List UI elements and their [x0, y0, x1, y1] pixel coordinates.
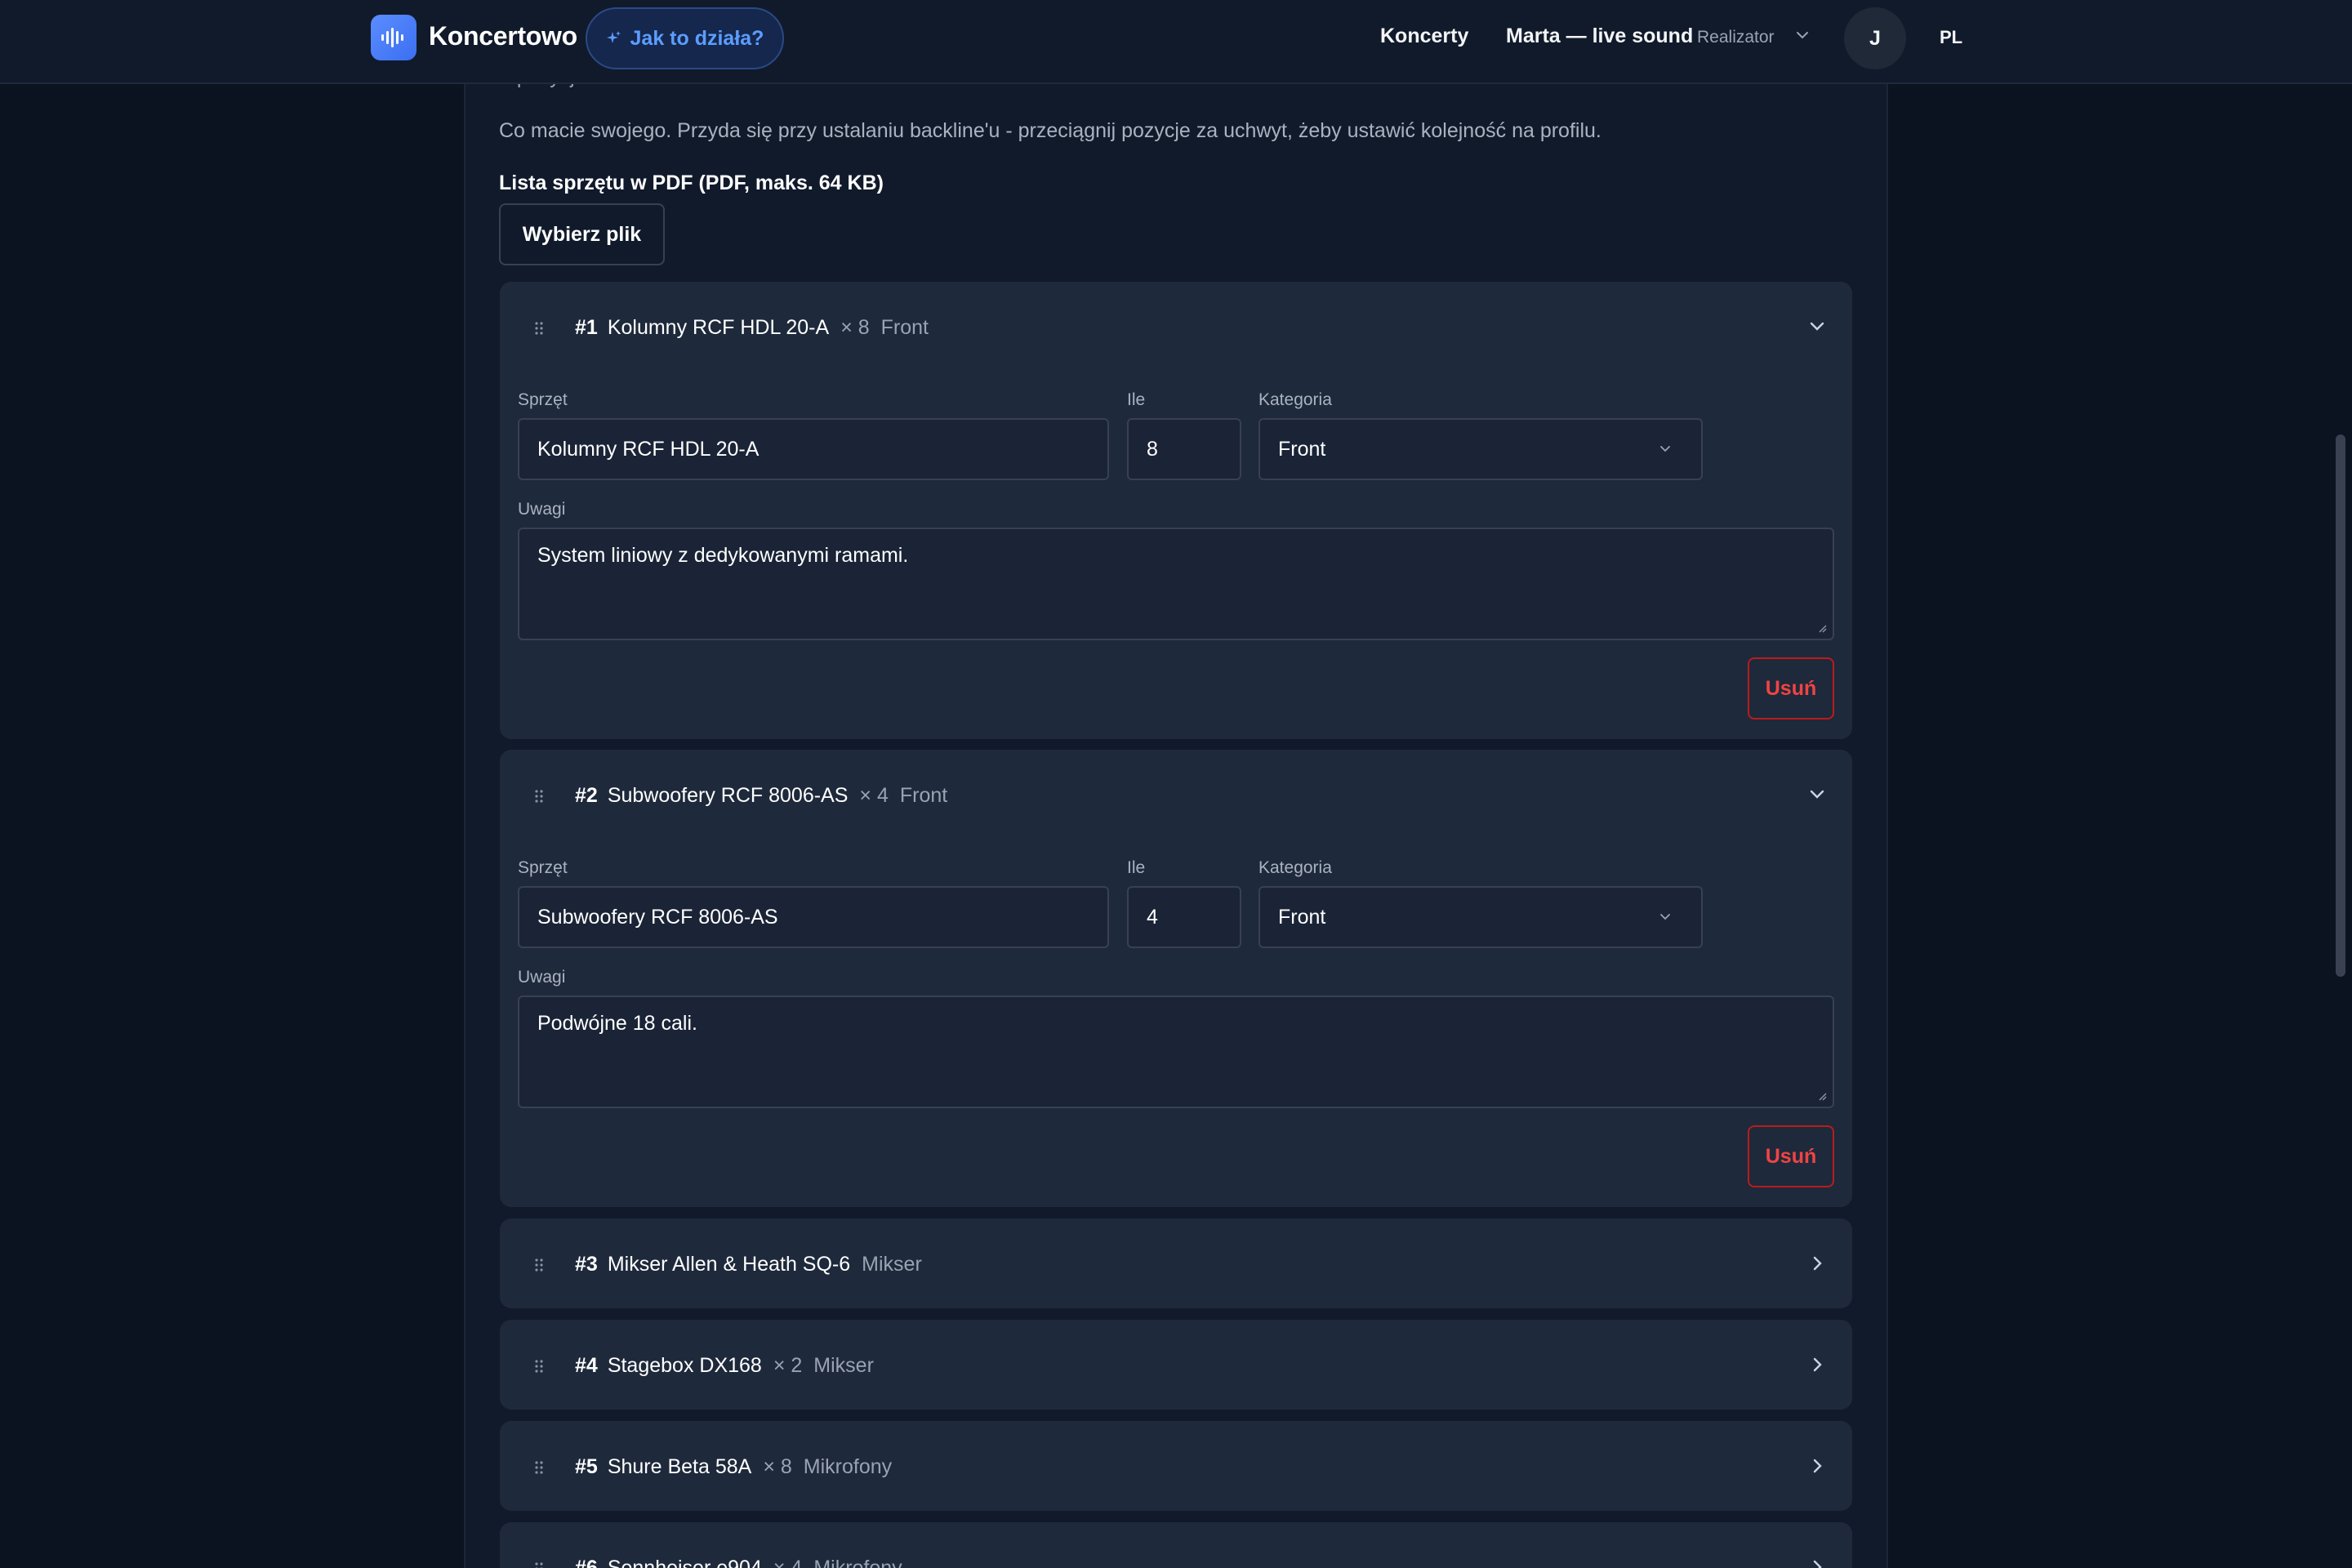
- delete-item-button[interactable]: Usuń: [1748, 657, 1834, 719]
- top-navigation: Koncertowo Jak to działa? Koncerty Marta…: [0, 0, 2352, 84]
- sparkle-icon: [606, 31, 621, 43]
- equipment-item-title: #3 Mikser Allen & Heath SQ-6 Mikser: [575, 1253, 922, 1276]
- item-number: #2: [575, 784, 598, 807]
- equipment-item-title: #5 Shure Beta 58A × 8 Mikrofony: [575, 1455, 892, 1479]
- category-label: Kategoria: [1258, 858, 1332, 877]
- item-number: #4: [575, 1354, 598, 1377]
- language-switch[interactable]: PL: [1940, 27, 1962, 48]
- chevron-down-icon: [1660, 446, 1670, 452]
- item-quantity: × 8: [763, 1455, 792, 1478]
- notes-label: Uwagi: [518, 968, 566, 987]
- logo-waveform-icon[interactable]: [371, 15, 416, 60]
- help-button-label: Jak to działa?: [630, 26, 764, 50]
- item-category: Mikrofony: [803, 1455, 893, 1478]
- item-number: #3: [575, 1253, 598, 1276]
- equipment-item-4[interactable]: #4 Stagebox DX168 × 2 Mikser: [500, 1320, 1852, 1410]
- equipment-item-title: #1 Kolumny RCF HDL 20-A × 8 Front: [575, 316, 929, 340]
- delete-item-button[interactable]: Usuń: [1748, 1125, 1834, 1187]
- help-button[interactable]: Jak to działa?: [586, 7, 784, 69]
- equipment-label: Sprzęt: [518, 858, 568, 877]
- item-category: Mikser: [813, 1354, 874, 1377]
- item-category: Front: [880, 316, 929, 339]
- pdf-upload-label: Lista sprzętu w PDF (PDF, maks. 64 KB): [499, 172, 884, 194]
- user-role[interactable]: Realizator: [1697, 28, 1775, 47]
- equipment-item-title: #4 Stagebox DX168 × 2 Mikser: [575, 1354, 874, 1378]
- drag-handle-icon[interactable]: [534, 789, 544, 804]
- drag-handle-icon[interactable]: [534, 1460, 544, 1475]
- item-category: Front: [899, 784, 948, 807]
- item-number: #1: [575, 316, 598, 339]
- equipment-item-header[interactable]: #2 Subwoofery RCF 8006-AS × 4 Front: [500, 750, 1852, 840]
- equipment-item-3[interactable]: #3 Mikser Allen & Heath SQ-6 Mikser: [500, 1218, 1852, 1308]
- notes-text: Podwójne 18 cali.: [537, 1012, 697, 1035]
- chevron-right-icon[interactable]: [1806, 1557, 1828, 1568]
- item-name: Stagebox DX168: [607, 1354, 762, 1377]
- section-description: Co macie swojego. Przyda się przy ustala…: [499, 119, 1601, 142]
- item-name: Sennheiser e904: [607, 1557, 762, 1568]
- brand-name[interactable]: Koncertowo: [429, 21, 577, 51]
- notes-textarea[interactable]: Podwójne 18 cali.: [518, 996, 1834, 1108]
- equipment-name-input[interactable]: Kolumny RCF HDL 20-A: [518, 418, 1109, 480]
- page-scrollbar[interactable]: [2336, 434, 2345, 977]
- item-category: Mikrofony: [813, 1557, 902, 1568]
- item-quantity: × 2: [773, 1354, 803, 1377]
- chevron-down-icon: [1660, 914, 1670, 920]
- user-menu-name[interactable]: Marta — live sound: [1506, 24, 1693, 48]
- quantity-input[interactable]: 8: [1127, 418, 1241, 480]
- item-name: Mikser Allen & Heath SQ-6: [607, 1253, 851, 1276]
- drag-handle-icon[interactable]: [534, 1258, 544, 1272]
- item-name: Shure Beta 58A: [607, 1455, 752, 1478]
- avatar[interactable]: J: [1844, 7, 1906, 69]
- equipment-item-2: #2 Subwoofery RCF 8006-AS × 4 Front Sprzęt …: [500, 750, 1852, 1207]
- quantity-label: Ile: [1127, 858, 1146, 877]
- choose-file-button[interactable]: Wybierz plik: [499, 203, 665, 265]
- item-quantity: × 8: [840, 316, 870, 339]
- equipment-item-header[interactable]: #1 Kolumny RCF HDL 20-A × 8 Front: [500, 282, 1852, 372]
- chevron-right-icon[interactable]: [1806, 1455, 1828, 1477]
- notes-text: System liniowy z dedykowanymi ramami.: [537, 544, 909, 567]
- category-label: Kategoria: [1258, 390, 1332, 409]
- equipment-item-title: #2 Subwoofery RCF 8006-AS × 4 Front: [575, 784, 947, 808]
- item-quantity: × 4: [773, 1557, 803, 1568]
- chevron-down-icon[interactable]: [1795, 29, 1810, 44]
- drag-handle-icon[interactable]: [534, 1359, 544, 1374]
- drag-handle-icon[interactable]: [534, 1561, 544, 1568]
- nav-link-concerts[interactable]: Koncerty: [1380, 24, 1468, 48]
- item-name: Subwoofery RCF 8006-AS: [607, 784, 849, 807]
- item-number: #6: [575, 1557, 598, 1568]
- item-number: #5: [575, 1455, 598, 1478]
- resize-handle-icon[interactable]: [1816, 622, 1828, 634]
- chevron-down-icon[interactable]: [1806, 316, 1828, 337]
- equipment-item-1: #1 Kolumny RCF HDL 20-A × 8 Front Sprzęt Ko…: [500, 282, 1852, 739]
- chevron-right-icon[interactable]: [1806, 1253, 1828, 1274]
- chevron-down-icon[interactable]: [1806, 784, 1828, 805]
- item-name: Kolumny RCF HDL 20-A: [607, 316, 830, 339]
- item-quantity: × 4: [859, 784, 889, 807]
- equipment-name-input[interactable]: Subwoofery RCF 8006-AS: [518, 886, 1109, 948]
- drag-handle-icon[interactable]: [534, 321, 544, 336]
- equipment-item-title: #6 Sennheiser e904 × 4 Mikrofony: [575, 1557, 902, 1568]
- item-category: Mikser: [862, 1253, 922, 1276]
- equipment-item-6[interactable]: #6 Sennheiser e904 × 4 Mikrofony: [500, 1522, 1852, 1568]
- category-select[interactable]: Front: [1258, 886, 1703, 948]
- quantity-label: Ile: [1127, 390, 1146, 409]
- category-select-value: Front: [1278, 905, 1326, 929]
- chevron-right-icon[interactable]: [1806, 1354, 1828, 1375]
- quantity-input[interactable]: 4: [1127, 886, 1241, 948]
- notes-label: Uwagi: [518, 500, 566, 519]
- equipment-label: Sprzęt: [518, 390, 568, 409]
- notes-textarea[interactable]: System liniowy z dedykowanymi ramami.: [518, 528, 1834, 640]
- equipment-item-5[interactable]: #5 Shure Beta 58A × 8 Mikrofony: [500, 1421, 1852, 1511]
- resize-handle-icon[interactable]: [1816, 1090, 1828, 1102]
- category-select-value: Front: [1278, 437, 1326, 461]
- category-select[interactable]: Front: [1258, 418, 1703, 480]
